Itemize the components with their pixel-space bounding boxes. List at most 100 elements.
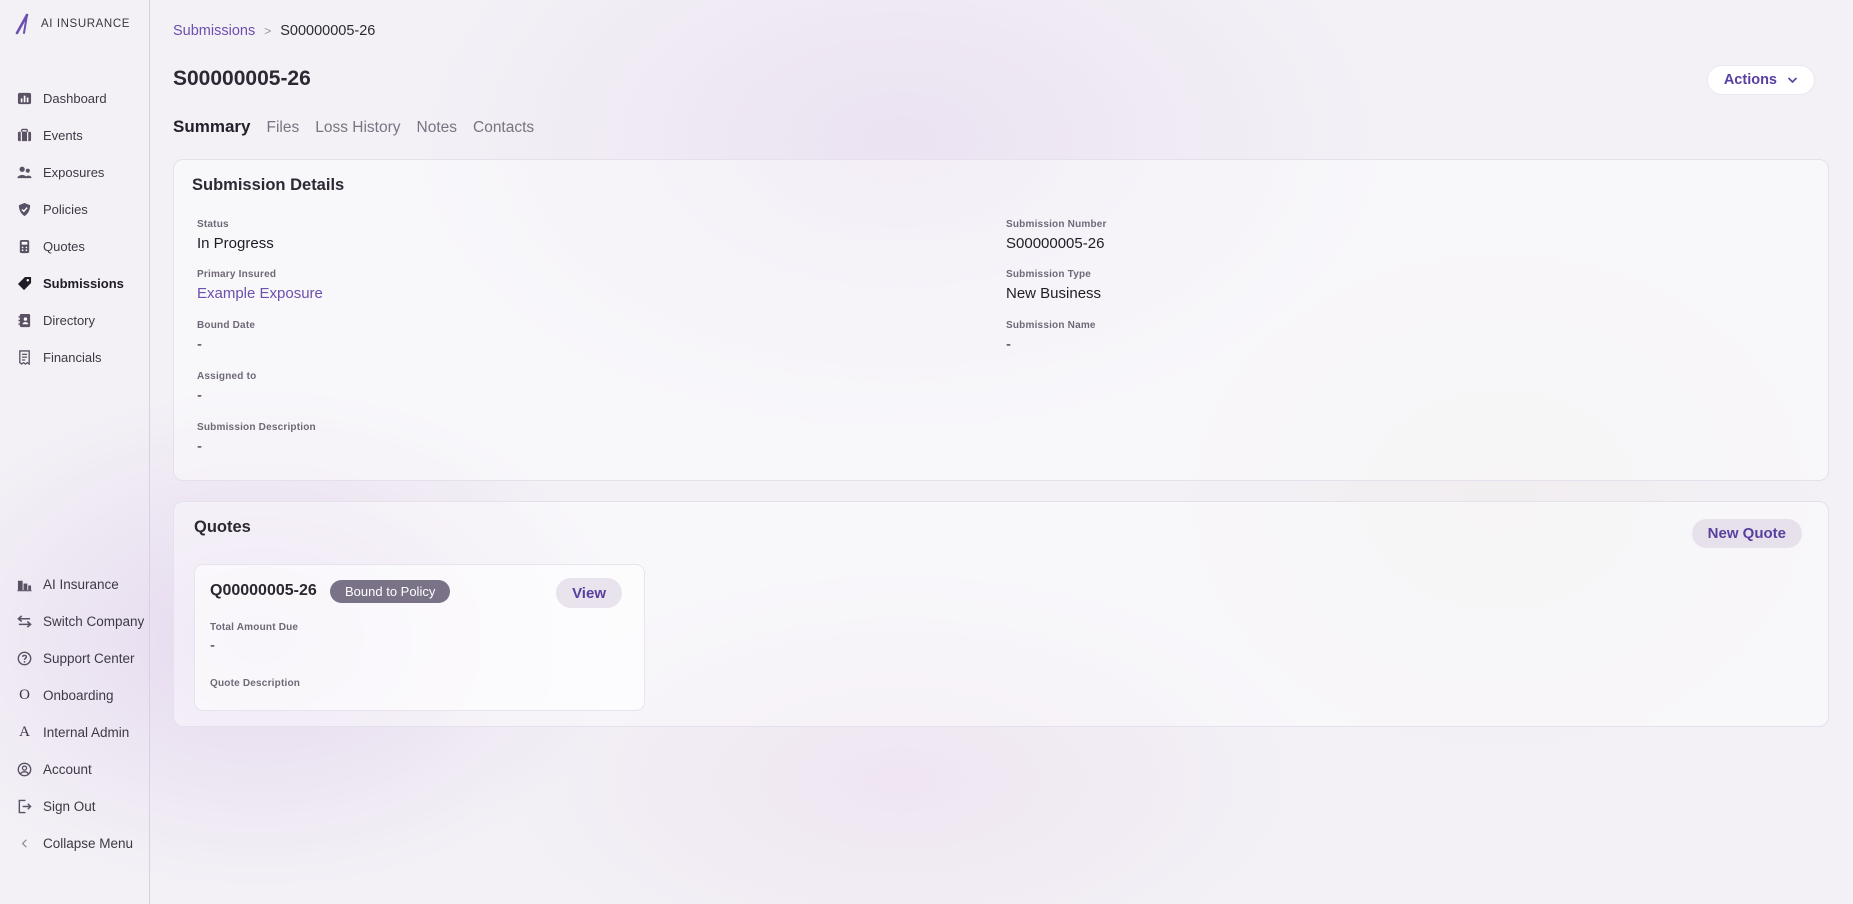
actions-label: Actions bbox=[1723, 72, 1777, 88]
sidebar-item-exposures[interactable]: Exposures bbox=[0, 154, 150, 191]
logo-mark-icon bbox=[15, 13, 29, 35]
tab-contacts[interactable]: Contacts bbox=[473, 119, 534, 137]
sidebar-item-sign-out[interactable]: Sign Out bbox=[0, 788, 150, 825]
quote-description-field: Quote Description bbox=[210, 678, 300, 689]
sidebar-item-label: Events bbox=[43, 128, 83, 143]
breadcrumb-parent-link[interactable]: Submissions bbox=[173, 23, 255, 39]
submission-number-field: Submission Number S00000005-26 bbox=[1006, 219, 1107, 252]
submission-details-card: Submission Details Status In Progress Pr… bbox=[173, 159, 1829, 481]
view-quote-button[interactable]: View bbox=[556, 578, 622, 608]
sidebar-item-ai-insurance[interactable]: AI Insurance bbox=[0, 566, 150, 603]
sidebar-item-label: AI Insurance bbox=[43, 577, 119, 592]
calculator-icon bbox=[17, 239, 32, 254]
bound-date-value: - bbox=[197, 336, 202, 353]
field-label: Submission Type bbox=[1006, 269, 1092, 280]
sidebar-item-label: Support Center bbox=[43, 651, 135, 666]
primary-insured-field: Primary Insured Example Exposure bbox=[197, 269, 323, 302]
sidebar-item-label: Collapse Menu bbox=[43, 836, 134, 851]
letter-a-icon: A bbox=[19, 724, 30, 740]
sidebar-item-label: Exposures bbox=[43, 165, 105, 180]
field-label: Status bbox=[197, 219, 229, 230]
sidebar-item-financials[interactable]: Financials bbox=[0, 339, 150, 376]
submission-number-value: S00000005-26 bbox=[1006, 235, 1105, 252]
sidebar-item-dashboard[interactable]: Dashboard bbox=[0, 80, 150, 117]
quotes-card: Quotes New Quote Q00000005-26 Bound to P… bbox=[173, 501, 1829, 727]
sidebar-item-submissions[interactable]: Submissions bbox=[0, 265, 150, 302]
submission-description-value: - bbox=[197, 438, 202, 455]
new-quote-button[interactable]: New Quote bbox=[1691, 519, 1802, 548]
sidebar-item-label: Directory bbox=[43, 313, 96, 328]
sidebar-item-label: Quotes bbox=[43, 239, 85, 254]
sidebar-item-events[interactable]: Events bbox=[0, 117, 150, 154]
main-nav: Dashboard Events Exposures Policies Quot… bbox=[0, 80, 150, 376]
assigned-to-field: Assigned to - bbox=[197, 371, 256, 404]
address-book-icon bbox=[17, 313, 32, 328]
brand-name: AI INSURANCE bbox=[41, 18, 130, 30]
breadcrumb-separator: > bbox=[264, 24, 272, 38]
quote-item: Q00000005-26 Bound to Policy View Total … bbox=[194, 564, 645, 711]
sidebar-item-label: Internal Admin bbox=[43, 725, 130, 740]
section-title: Quotes bbox=[194, 518, 251, 536]
logo[interactable]: AI INSURANCE bbox=[15, 13, 130, 35]
sidebar-item-label: Account bbox=[43, 762, 92, 777]
sidebar-item-internal-admin[interactable]: A Internal Admin bbox=[0, 714, 150, 751]
letter-o-icon: O bbox=[19, 687, 30, 703]
assigned-to-value: - bbox=[197, 387, 202, 404]
quote-id: Q00000005-26 bbox=[210, 582, 317, 599]
field-label: Assigned to bbox=[197, 371, 257, 382]
sidebar-item-label: Sign Out bbox=[43, 799, 96, 814]
page-title: S00000005-26 bbox=[173, 67, 311, 90]
field-label: Submission Name bbox=[1006, 320, 1096, 331]
sign-out-icon bbox=[17, 799, 32, 814]
field-label: Primary Insured bbox=[197, 269, 277, 280]
receipt-icon bbox=[17, 350, 32, 365]
bound-date-field: Bound Date - bbox=[197, 320, 255, 353]
sidebar-item-support-center[interactable]: Support Center bbox=[0, 640, 150, 677]
submission-name-field: Submission Name - bbox=[1006, 320, 1096, 353]
sidebar-item-directory[interactable]: Directory bbox=[0, 302, 150, 339]
section-title: Submission Details bbox=[192, 176, 345, 194]
sidebar-item-switch-company[interactable]: Switch Company bbox=[0, 603, 150, 640]
sidebar-item-collapse-menu[interactable]: Collapse Menu bbox=[0, 825, 150, 862]
submission-type-field: Submission Type New Business bbox=[1006, 269, 1101, 302]
building-icon bbox=[17, 577, 32, 592]
tab-notes[interactable]: Notes bbox=[417, 119, 458, 137]
sidebar-item-quotes[interactable]: Quotes bbox=[0, 228, 150, 265]
sidebar: AI INSURANCE Dashboard Events Exposures bbox=[0, 0, 150, 904]
sidebar-item-label: Switch Company bbox=[43, 614, 145, 629]
sidebar-item-label: Financials bbox=[43, 350, 102, 365]
field-label: Quote Description bbox=[210, 678, 301, 689]
sidebar-item-policies[interactable]: Policies bbox=[0, 191, 150, 228]
tab-summary[interactable]: Summary bbox=[173, 117, 250, 137]
chevron-left-icon bbox=[17, 836, 32, 851]
status-badge: Bound to Policy bbox=[330, 580, 451, 603]
sidebar-item-label: Dashboard bbox=[43, 91, 107, 106]
sidebar-item-onboarding[interactable]: O Onboarding bbox=[0, 677, 150, 714]
tab-loss-history[interactable]: Loss History bbox=[315, 119, 400, 137]
tag-icon bbox=[17, 276, 32, 291]
user-circle-icon bbox=[17, 762, 32, 777]
actions-button[interactable]: Actions bbox=[1706, 65, 1815, 95]
submission-name-value: - bbox=[1006, 336, 1011, 353]
briefcase-icon bbox=[17, 128, 32, 143]
submission-type-value: New Business bbox=[1006, 285, 1102, 302]
field-label: Submission Description bbox=[197, 422, 316, 433]
submission-description-field: Submission Description - bbox=[197, 422, 316, 455]
field-label: Bound Date bbox=[197, 320, 256, 331]
tab-bar: Summary Files Loss History Notes Contact… bbox=[173, 117, 534, 137]
field-label: Total Amount Due bbox=[210, 622, 299, 633]
total-amount-field: Total Amount Due - bbox=[210, 622, 298, 654]
primary-insured-link[interactable]: Example Exposure bbox=[197, 285, 323, 302]
sidebar-item-label: Submissions bbox=[43, 276, 124, 291]
tab-files[interactable]: Files bbox=[266, 119, 299, 137]
users-icon bbox=[17, 165, 32, 180]
secondary-nav: AI Insurance Switch Company Support Cent… bbox=[0, 566, 150, 862]
shield-icon bbox=[17, 202, 32, 217]
chart-icon bbox=[17, 91, 32, 106]
sidebar-item-account[interactable]: Account bbox=[0, 751, 150, 788]
status-value: In Progress bbox=[197, 235, 274, 252]
breadcrumb-current: S00000005-26 bbox=[280, 23, 376, 39]
status-field: Status In Progress bbox=[197, 219, 274, 252]
total-amount-value: - bbox=[210, 637, 215, 654]
field-label: Submission Number bbox=[1006, 219, 1107, 230]
